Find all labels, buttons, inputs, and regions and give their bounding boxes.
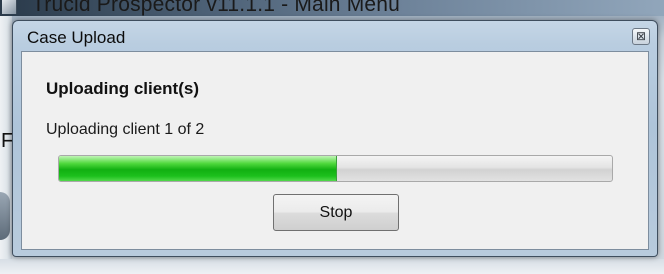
background-window-titlebar: Trucid Prospector v11.1.1 - Main Menu: [0, 0, 664, 16]
screen: Trucid Prospector v11.1.1 - Main Menu F …: [0, 0, 664, 274]
dialog-titlebar[interactable]: Case Upload ⊠: [13, 21, 657, 51]
upload-progress-bar: [58, 155, 613, 182]
app-icon: [2, 0, 17, 14]
dialog-body: Uploading client(s) Uploading client 1 o…: [21, 51, 649, 250]
progress-fill: [59, 156, 337, 181]
close-icon[interactable]: ⊠: [632, 28, 650, 45]
upload-heading: Uploading client(s): [46, 79, 199, 98]
case-upload-dialog: Case Upload ⊠ Uploading client(s) Upload…: [12, 20, 658, 257]
background-window-title: Trucid Prospector v11.1.1 - Main Menu: [32, 0, 401, 16]
background-window-control: [0, 192, 10, 240]
dialog-title: Case Upload: [27, 28, 126, 47]
stop-button[interactable]: Stop: [273, 194, 399, 231]
background-window-bottom: [0, 259, 664, 274]
upload-status-text: Uploading client 1 of 2: [46, 121, 205, 138]
